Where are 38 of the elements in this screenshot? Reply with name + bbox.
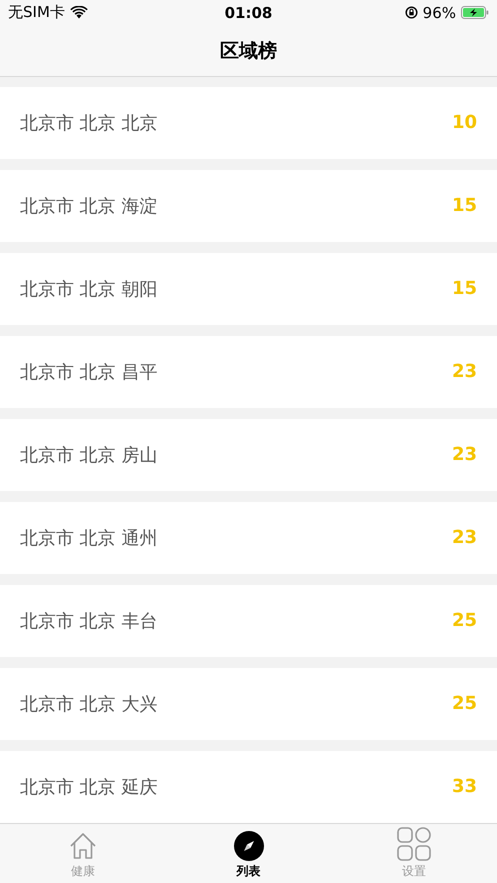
region-count: 15 bbox=[452, 278, 477, 300]
region-name: 北京市 北京 朝阳 bbox=[20, 278, 158, 301]
region-count: 25 bbox=[452, 610, 477, 632]
region-row[interactable]: 北京市 北京 昌平 23 bbox=[0, 336, 497, 408]
compass-icon bbox=[234, 831, 264, 861]
region-count: 10 bbox=[452, 112, 477, 134]
tab-item[interactable]: 列表 bbox=[166, 824, 332, 883]
region-row[interactable]: 北京市 北京 海淀 15 bbox=[0, 170, 497, 242]
battery-charging-icon bbox=[461, 6, 489, 20]
region-count: 15 bbox=[452, 195, 477, 216]
region-count: 23 bbox=[452, 444, 477, 466]
carrier-text: 无SIM卡 bbox=[8, 3, 65, 22]
region-count: 23 bbox=[452, 361, 477, 382]
region-count: 33 bbox=[452, 776, 477, 798]
region-name: 北京市 北京 昌平 bbox=[20, 360, 158, 384]
home-icon bbox=[68, 831, 98, 861]
region-row[interactable]: 北京市 北京 朝阳 15 bbox=[0, 252, 497, 325]
region-count: 23 bbox=[452, 527, 477, 548]
region-name: 北京市 北京 北京 bbox=[20, 112, 158, 135]
region-name: 北京市 北京 大兴 bbox=[20, 692, 158, 716]
battery-percent: 96% bbox=[422, 4, 456, 22]
region-row[interactable]: 北京市 北京 延庆 33 bbox=[0, 750, 497, 823]
region-name: 北京市 北京 延庆 bbox=[20, 776, 158, 799]
wifi-icon bbox=[70, 6, 88, 20]
region-row[interactable]: 北京市 北京 通州 23 bbox=[0, 502, 497, 574]
region-count: 25 bbox=[452, 693, 477, 714]
region-name: 北京市 北京 海淀 bbox=[20, 194, 158, 218]
region-row[interactable]: 北京市 北京 北京 10 bbox=[0, 86, 497, 159]
rotation-lock-icon bbox=[404, 6, 418, 20]
region-row[interactable]: 北京市 北京 房山 23 bbox=[0, 418, 497, 491]
clock-time: 01:08 bbox=[224, 4, 274, 22]
region-name: 北京市 北京 房山 bbox=[20, 444, 158, 467]
grid-icon bbox=[397, 827, 432, 861]
region-row[interactable]: 北京市 北京 大兴 25 bbox=[0, 668, 497, 740]
region-row[interactable]: 北京市 北京 丰台 25 bbox=[0, 584, 497, 657]
region-name: 北京市 北京 通州 bbox=[20, 526, 158, 550]
region-name: 北京市 北京 丰台 bbox=[20, 610, 158, 633]
page-title: 区域榜 bbox=[220, 38, 277, 64]
